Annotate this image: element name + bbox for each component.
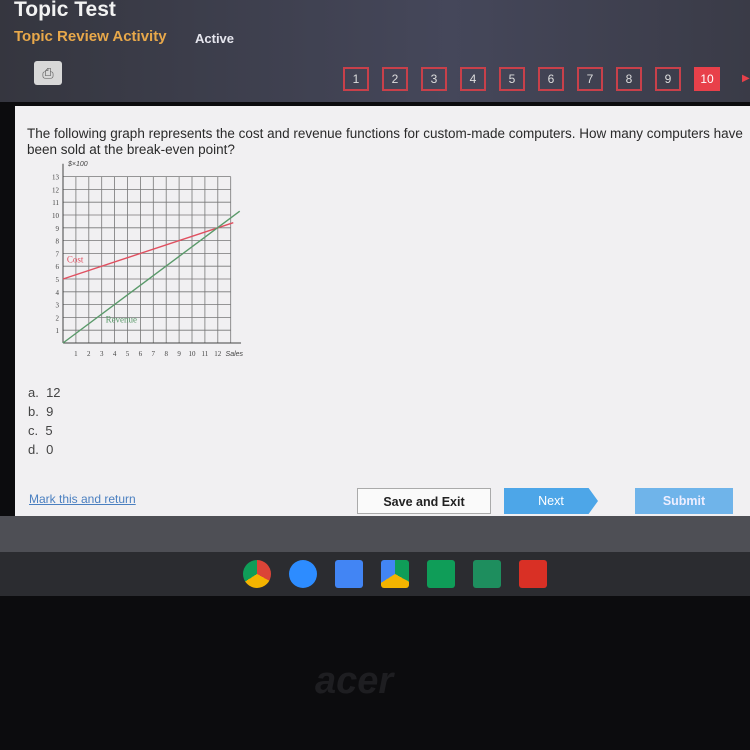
- page-4-button[interactable]: 4: [460, 67, 486, 91]
- x-tick-label: 4: [113, 350, 117, 358]
- page-title: Topic Test: [14, 0, 116, 21]
- series-line-revenue: [62, 210, 241, 344]
- classroom-icon[interactable]: [473, 560, 501, 588]
- answer-options: a. 12 b. 9 c. 5 d. 0: [28, 383, 61, 459]
- page-2-button[interactable]: 2: [382, 67, 408, 91]
- cost-label: Cost: [67, 254, 84, 264]
- x-tick-label: 5: [126, 350, 130, 358]
- print-icon[interactable]: ⎙: [34, 61, 62, 85]
- answer-option[interactable]: c. 5: [28, 421, 61, 440]
- activity-subtitle: Topic Review Activity: [14, 28, 167, 45]
- y-tick-label: 11: [52, 199, 59, 207]
- y-tick-label: 12: [52, 186, 60, 194]
- page-1-button[interactable]: 1: [343, 67, 369, 91]
- x-tick-label: 7: [152, 350, 156, 358]
- chrome-icon[interactable]: [243, 560, 271, 588]
- page-6-button[interactable]: 6: [538, 67, 564, 91]
- answer-option[interactable]: a. 12: [28, 383, 61, 402]
- answer-option[interactable]: d. 0: [28, 440, 61, 459]
- y-tick-label: 8: [56, 238, 60, 246]
- shelf: [0, 552, 750, 596]
- y-tick-label: 13: [52, 174, 60, 182]
- x-tick-label: 1: [74, 350, 78, 358]
- submit-button[interactable]: Submit: [635, 488, 733, 514]
- option-value: 5: [45, 423, 53, 438]
- header: Topic Test Topic Review Activity Active …: [0, 0, 750, 102]
- y-tick-label: 3: [56, 302, 60, 310]
- x-tick-label: 11: [202, 350, 209, 358]
- status-label: Active: [195, 31, 235, 46]
- zoom-icon[interactable]: [289, 560, 317, 588]
- y-tick-label: 1: [56, 327, 60, 335]
- option-letter: a.: [28, 385, 39, 400]
- drive-icon[interactable]: [381, 560, 409, 588]
- y-tick-label: 5: [56, 276, 60, 284]
- answer-option[interactable]: b. 9: [28, 402, 61, 421]
- x-tick-label: 6: [139, 350, 143, 358]
- x-tick-label: 9: [177, 350, 181, 358]
- next-button[interactable]: Next: [504, 488, 598, 514]
- mark-and-return-link[interactable]: Mark this and return: [29, 492, 136, 506]
- acer-logo: acer: [315, 660, 394, 702]
- page-3-button[interactable]: 3: [421, 67, 447, 91]
- option-value: 12: [46, 385, 61, 400]
- x-tick-label: 3: [100, 350, 104, 358]
- taskbar-gap: [0, 516, 750, 552]
- y-tick-label: 4: [56, 289, 60, 297]
- x-tick-label: 10: [189, 350, 197, 358]
- y-tick-label: 9: [56, 225, 60, 233]
- page-7-button[interactable]: 7: [577, 67, 603, 91]
- x-tick-label: 8: [164, 350, 168, 358]
- x-tick-label: 2: [87, 350, 91, 358]
- page-5-button[interactable]: 5: [499, 67, 525, 91]
- y-axis-label: $×100: [67, 161, 88, 168]
- option-letter: b.: [28, 404, 39, 419]
- revenue-label: Revenue: [106, 315, 138, 325]
- gmail-icon[interactable]: [519, 560, 547, 588]
- option-letter: c.: [28, 423, 39, 438]
- y-tick-label: 7: [56, 250, 60, 258]
- save-and-exit-button[interactable]: Save and Exit: [357, 488, 491, 514]
- docs-icon[interactable]: [335, 560, 363, 588]
- y-tick-label: 10: [52, 212, 60, 220]
- question-pager: 1 2 3 4 5 6 7 8 9 10: [343, 67, 720, 91]
- option-letter: d.: [28, 442, 39, 457]
- option-value: 9: [46, 404, 54, 419]
- option-value: 0: [46, 442, 54, 457]
- page-9-button[interactable]: 9: [655, 67, 681, 91]
- page-8-button[interactable]: 8: [616, 67, 642, 91]
- cost-revenue-chart: 1 2 3 4 5 6 7 8 9 10 11 1212345678910111213$×100Sal…: [52, 161, 244, 358]
- sheets-icon[interactable]: [427, 560, 455, 588]
- y-tick-label: 6: [56, 263, 60, 271]
- y-tick-label: 2: [56, 314, 60, 322]
- page-10-button[interactable]: 10: [694, 67, 720, 91]
- next-page-arrow-icon[interactable]: ▶: [742, 73, 750, 84]
- question-panel: The following graph represents the cost …: [15, 106, 750, 516]
- x-tick-label: 12: [214, 350, 222, 358]
- x-axis-label: Sales: [226, 351, 244, 358]
